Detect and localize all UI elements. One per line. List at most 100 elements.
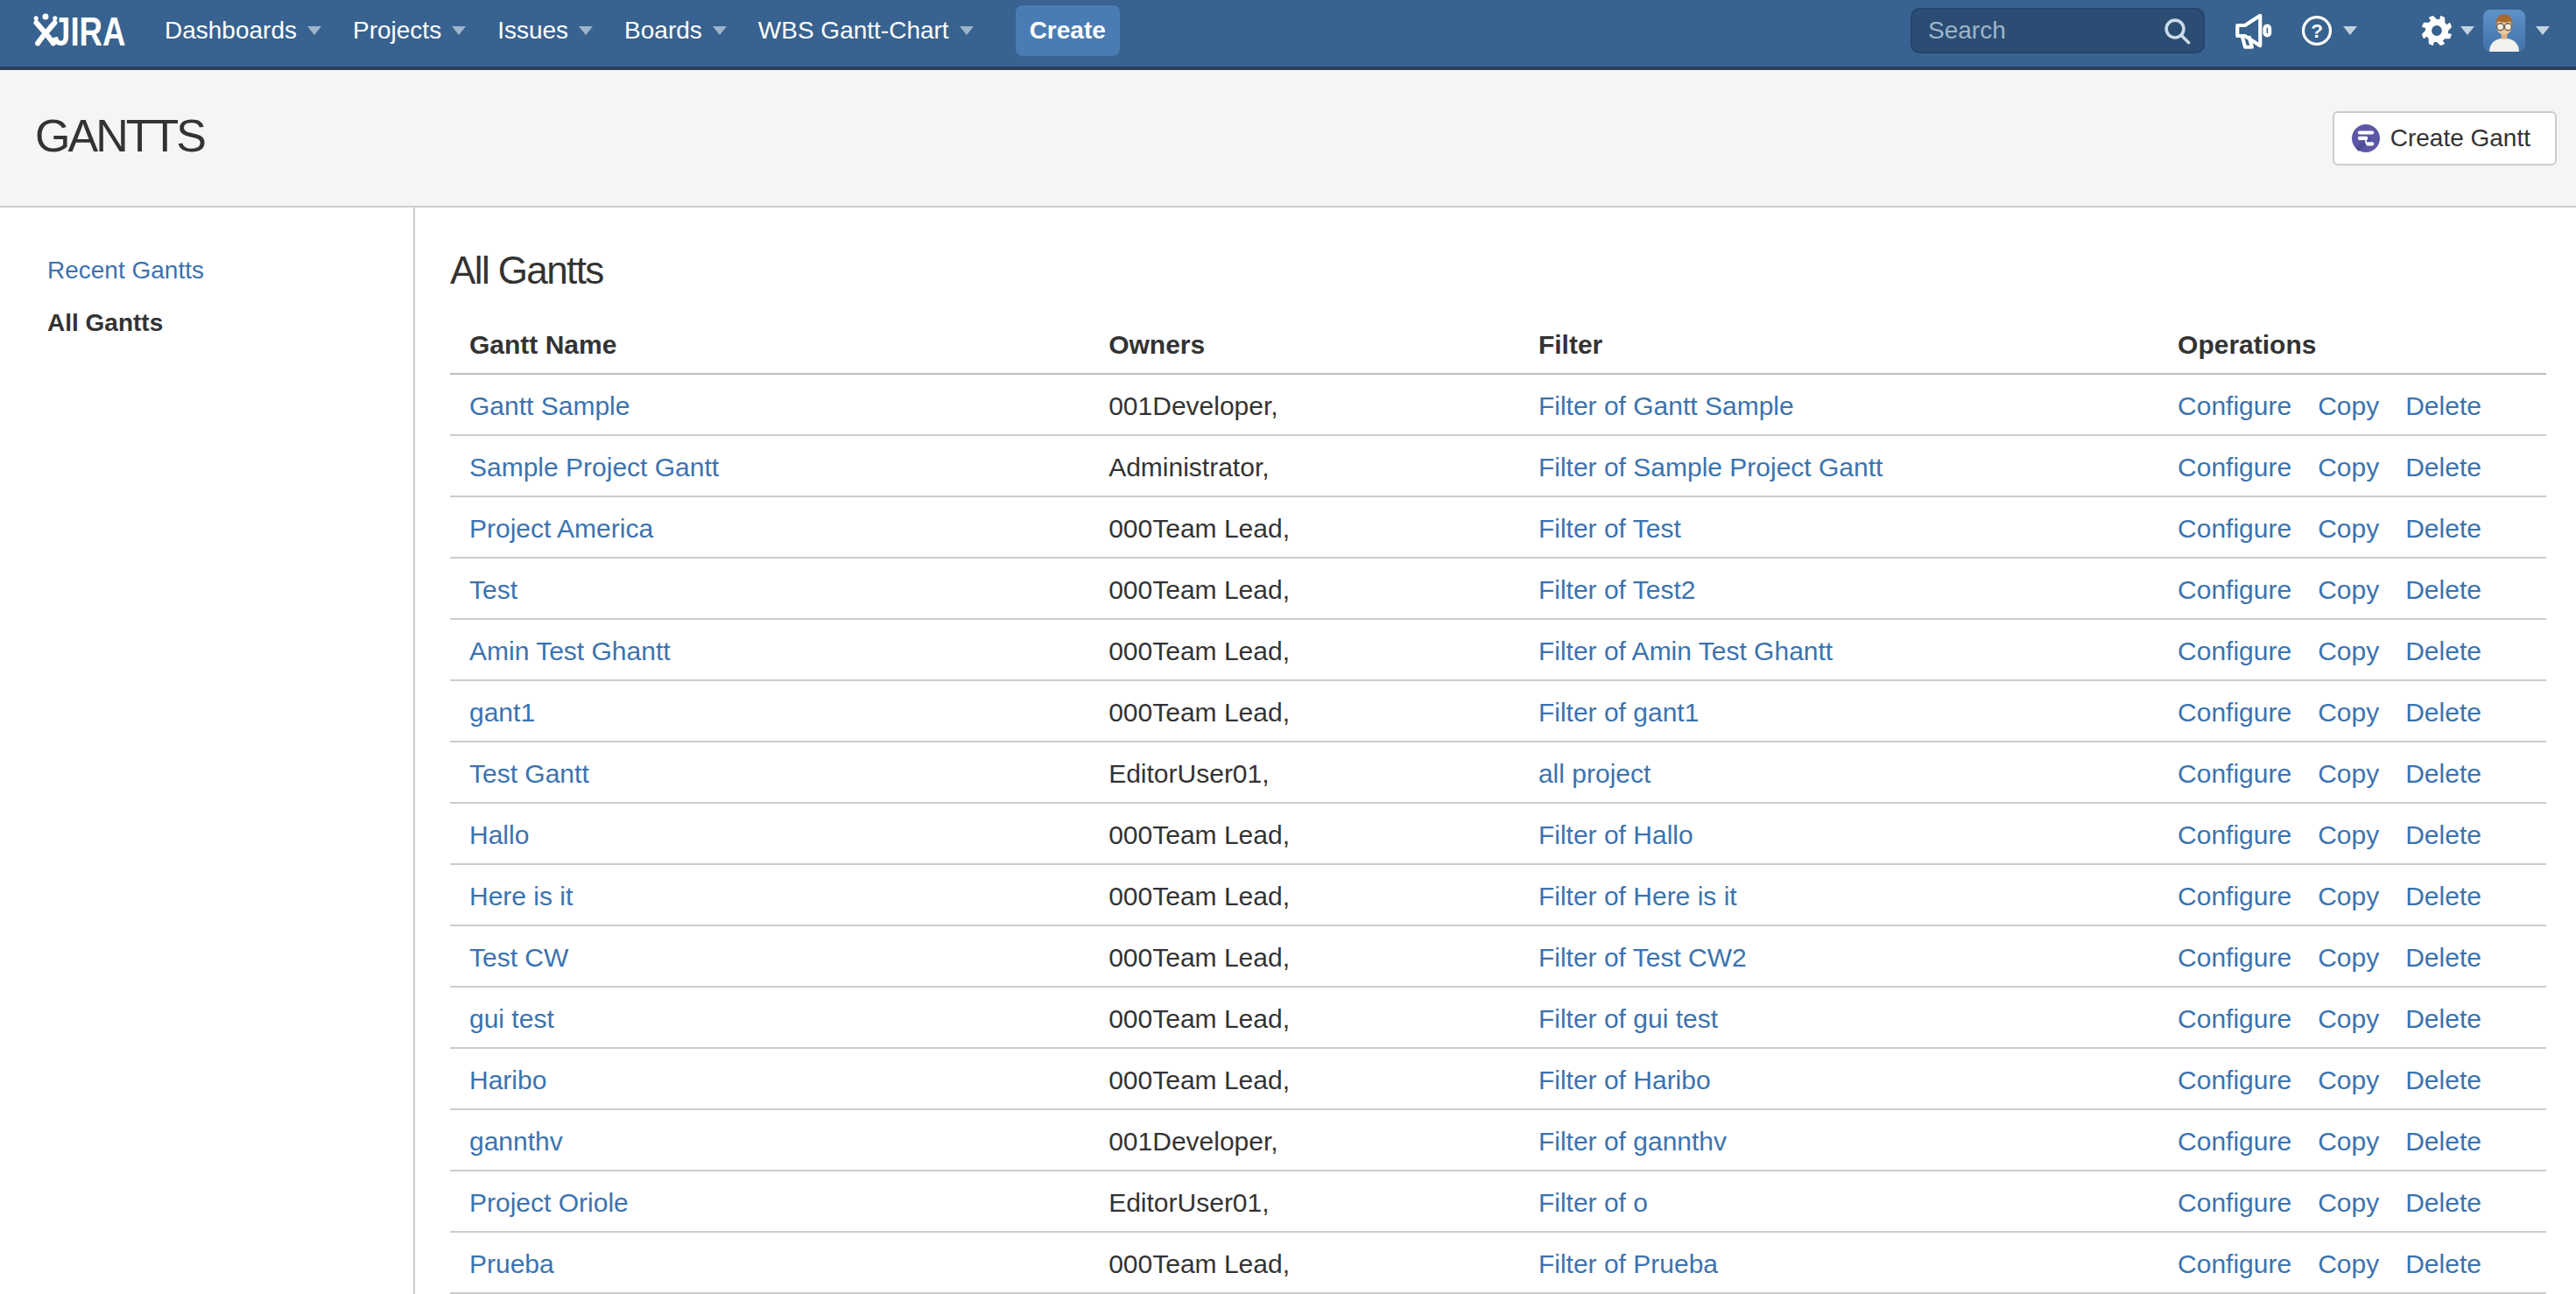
configure-link[interactable]: Configure [2178, 1188, 2291, 1217]
user-menu[interactable] [2483, 10, 2550, 52]
delete-link[interactable]: Delete [2405, 636, 2481, 665]
delete-link[interactable]: Delete [2405, 943, 2481, 972]
copy-link[interactable]: Copy [2318, 820, 2379, 849]
configure-link[interactable]: Configure [2178, 1065, 2291, 1094]
filter-link[interactable]: Filter of gannthv [1538, 1127, 1727, 1156]
copy-link[interactable]: Copy [2318, 514, 2379, 543]
delete-link[interactable]: Delete [2405, 759, 2481, 788]
delete-link[interactable]: Delete [2405, 820, 2481, 849]
configure-link[interactable]: Configure [2178, 943, 2291, 972]
configure-link[interactable]: Configure [2178, 1004, 2291, 1033]
filter-link[interactable]: Filter of Hallo [1538, 820, 1693, 849]
column-header-operations: Operations [2158, 315, 2546, 374]
gantts-table: Gantt Name Owners Filter Operations Gant… [450, 315, 2546, 1294]
copy-link[interactable]: Copy [2318, 882, 2379, 911]
copy-link[interactable]: Copy [2318, 391, 2379, 420]
delete-link[interactable]: Delete [2405, 575, 2481, 604]
configure-link[interactable]: Configure [2178, 575, 2291, 604]
filter-link[interactable]: Filter of Test [1538, 514, 1681, 543]
gantt-name-link[interactable]: gui test [469, 1004, 554, 1033]
operations-cell: Configure Copy Delete [2158, 987, 2546, 1048]
filter-link[interactable]: Filter of gui test [1538, 1004, 1718, 1033]
copy-link[interactable]: Copy [2318, 698, 2379, 727]
copy-link[interactable]: Copy [2318, 1127, 2379, 1156]
copy-link[interactable]: Copy [2318, 575, 2379, 604]
filter-link[interactable]: Filter of Prueba [1538, 1249, 1718, 1278]
delete-link[interactable]: Delete [2405, 1249, 2481, 1278]
create-gantt-button[interactable]: Create Gantt [2333, 111, 2557, 165]
copy-link[interactable]: Copy [2318, 1249, 2379, 1278]
filter-link[interactable]: all project [1538, 759, 1650, 788]
configure-link[interactable]: Configure [2178, 391, 2291, 420]
configure-link[interactable]: Configure [2178, 820, 2291, 849]
nav-item-dashboards[interactable]: Dashboards [149, 17, 337, 45]
announcements-button[interactable] [2231, 8, 2277, 53]
settings-menu[interactable] [2420, 14, 2474, 47]
configure-link[interactable]: Configure [2178, 453, 2291, 482]
configure-link[interactable]: Configure [2178, 514, 2291, 543]
filter-link[interactable]: Filter of Gantt Sample [1538, 391, 1794, 420]
delete-link[interactable]: Delete [2405, 698, 2481, 727]
copy-link[interactable]: Copy [2318, 453, 2379, 482]
gantt-name-link[interactable]: Project America [469, 514, 653, 543]
nav-item-projects[interactable]: Projects [337, 17, 482, 45]
gantt-name-link[interactable]: Test CW [469, 943, 568, 972]
gantt-name-link[interactable]: Test Gantt [469, 759, 589, 788]
filter-cell: Filter of Amin Test Ghantt [1519, 619, 2158, 680]
megaphone-icon [2231, 8, 2277, 53]
gantt-name-link[interactable]: Prueba [469, 1249, 554, 1278]
gantt-name-link[interactable]: Here is it [469, 882, 573, 911]
gantt-name-link[interactable]: gannthv [469, 1127, 563, 1156]
configure-link[interactable]: Configure [2178, 1127, 2291, 1156]
filter-link[interactable]: Filter of o [1538, 1188, 1648, 1217]
filter-link[interactable]: Filter of Here is it [1538, 882, 1737, 911]
gantt-name-link[interactable]: Test [469, 575, 517, 604]
nav-item-boards[interactable]: Boards [609, 17, 743, 45]
nav-item-issues[interactable]: Issues [482, 17, 609, 45]
copy-link[interactable]: Copy [2318, 1188, 2379, 1217]
filter-link[interactable]: Filter of Amin Test Ghantt [1538, 636, 1833, 665]
filter-link[interactable]: Filter of Haribo [1538, 1065, 1711, 1094]
delete-link[interactable]: Delete [2405, 1188, 2481, 1217]
gantt-name-link[interactable]: Haribo [469, 1065, 546, 1094]
delete-link[interactable]: Delete [2405, 391, 2481, 420]
delete-link[interactable]: Delete [2405, 1127, 2481, 1156]
create-button[interactable]: Create [1016, 5, 1120, 56]
svg-text:?: ? [2311, 20, 2323, 42]
delete-link[interactable]: Delete [2405, 882, 2481, 911]
copy-link[interactable]: Copy [2318, 1004, 2379, 1033]
help-menu[interactable]: ? [2301, 15, 2357, 46]
gantt-name-cell: Gantt Sample [450, 374, 1089, 435]
gantt-name-link[interactable]: Amin Test Ghantt [469, 636, 671, 665]
filter-cell: all project [1519, 742, 2158, 803]
gantt-name-link[interactable]: gant1 [469, 698, 535, 727]
filter-link[interactable]: Filter of Test CW2 [1538, 943, 1747, 972]
copy-link[interactable]: Copy [2318, 636, 2379, 665]
nav-item-wbs-gantt-chart[interactable]: WBS Gantt-Chart [743, 17, 989, 45]
copy-link[interactable]: Copy [2318, 1065, 2379, 1094]
delete-link[interactable]: Delete [2405, 1065, 2481, 1094]
gantt-name-link[interactable]: Sample Project Gantt [469, 453, 719, 482]
configure-link[interactable]: Configure [2178, 636, 2291, 665]
owners-cell: 001Developer, [1089, 374, 1519, 435]
filter-link[interactable]: Filter of Sample Project Gantt [1538, 453, 1883, 482]
gantt-name-link[interactable]: Gantt Sample [469, 391, 630, 420]
configure-link[interactable]: Configure [2178, 1249, 2291, 1278]
jira-logo[interactable]: JIRA [32, 7, 124, 55]
configure-link[interactable]: Configure [2178, 882, 2291, 911]
operations-cell: Configure Copy Delete [2158, 1109, 2546, 1171]
delete-link[interactable]: Delete [2405, 453, 2481, 482]
gantt-name-link[interactable]: Project Oriole [469, 1188, 629, 1217]
copy-link[interactable]: Copy [2318, 759, 2379, 788]
configure-link[interactable]: Configure [2178, 698, 2291, 727]
filter-link[interactable]: Filter of Test2 [1538, 575, 1696, 604]
copy-link[interactable]: Copy [2318, 943, 2379, 972]
gantt-name-link[interactable]: Hallo [469, 820, 529, 849]
sidebar-item-recent-gantts[interactable]: Recent Gantts [0, 244, 413, 297]
chevron-down-icon [960, 26, 974, 35]
delete-link[interactable]: Delete [2405, 514, 2481, 543]
configure-link[interactable]: Configure [2178, 759, 2291, 788]
delete-link[interactable]: Delete [2405, 1004, 2481, 1033]
table-row: Sample Project GanttAdministrator,Filter… [450, 435, 2546, 496]
filter-link[interactable]: Filter of gant1 [1538, 698, 1699, 727]
